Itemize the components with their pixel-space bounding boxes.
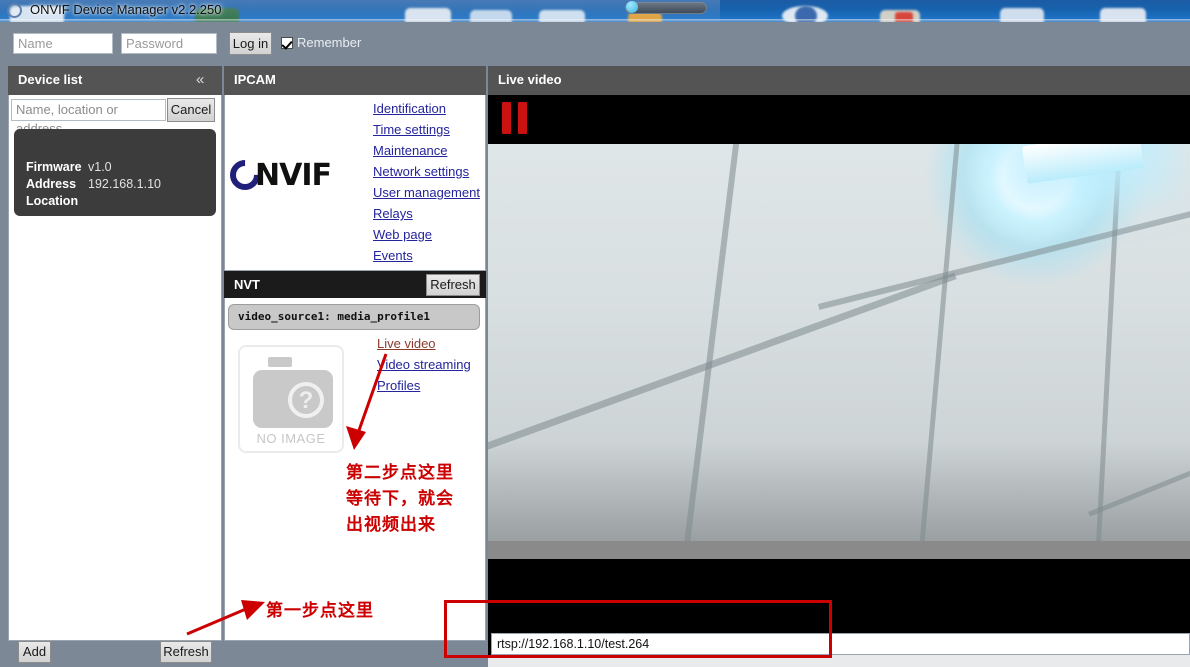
remember-checkbox-group[interactable]: Remember [281,35,361,53]
link-live-video[interactable]: Live video [377,336,436,351]
pause-icon[interactable] [502,102,530,134]
address-label: Address [26,177,76,191]
ceiling-tile-line [681,144,744,541]
title-bar: ONVIF Device Manager v2.2.250 [0,0,720,22]
location-label: Location [26,194,78,208]
firmware-value: v1.0 [88,160,112,174]
firmware-label: Firmware [26,160,82,174]
link-network-settings[interactable]: Network settings [373,164,469,179]
link-user-management[interactable]: User management [373,185,480,200]
link-time-settings[interactable]: Time settings [373,122,450,137]
device-list-item[interactable]: Firmware v1.0 Address 192.168.1.10 Locat… [14,129,216,216]
link-profiles[interactable]: Profiles [377,378,420,393]
remember-checkbox[interactable] [281,37,293,49]
annotation-step2-line1: 第二步点这里 [346,458,454,483]
no-image-placeholder: ? NO IMAGE [238,345,344,453]
media-profile-button[interactable]: video_source1: media_profile1 [228,304,480,330]
device-list-header: Device list [8,66,222,95]
video-letterbox-band [488,541,1190,559]
no-image-label: NO IMAGE [240,431,342,446]
nvt-refresh-button[interactable]: Refresh [426,274,480,296]
ceiling-tile-line [818,202,1190,309]
app-window: ONVIF Device Manager v2.2.250 Name Passw… [0,0,1190,667]
address-value: 192.168.1.10 [88,177,161,191]
onvif-logo: NVIF [230,158,355,196]
video-feed [488,144,1190,541]
password-input[interactable]: Password [121,33,217,54]
remember-label: Remember [297,35,361,50]
collapse-chevron-icon[interactable]: « [196,71,204,88]
question-mark-icon: ? [288,382,324,418]
link-video-streaming[interactable]: Video streaming [377,357,471,372]
link-web-page[interactable]: Web page [373,227,432,242]
device-search-input[interactable]: Name, location or address [11,99,166,121]
link-identification[interactable]: Identification [373,101,446,116]
ceiling-tile-line [1094,144,1123,541]
link-events[interactable]: Events [373,248,413,263]
camera-nub-icon [268,357,292,367]
ceiling-tile-line [488,272,957,470]
name-input[interactable]: Name [13,33,113,54]
camera-body-icon: ? [253,370,333,428]
cancel-button[interactable]: Cancel [167,98,215,122]
onvif-wordmark: NVIF [255,158,331,193]
ceiling-tile-line [917,144,963,541]
ipcam-header: IPCAM [224,66,486,95]
login-button[interactable]: Log in [229,32,272,55]
add-button[interactable]: Add [18,641,51,663]
link-relays[interactable]: Relays [373,206,413,221]
window-title: ONVIF Device Manager v2.2.250 [30,2,221,17]
device-list-refresh-button[interactable]: Refresh [160,641,212,663]
annotation-step1: 第一步点这里 [266,596,374,621]
onvif-circle-icon [7,3,22,18]
live-video-stage[interactable] [488,95,1190,590]
live-video-header: Live video [488,66,1190,95]
annotation-highlight-rect [444,600,832,658]
annotation-step2-line3: 出视频出来 [346,510,436,535]
annotation-step2-line2: 等待下，就会 [346,484,454,509]
link-maintenance[interactable]: Maintenance [373,143,447,158]
ceiling-light-glow [1022,144,1144,184]
